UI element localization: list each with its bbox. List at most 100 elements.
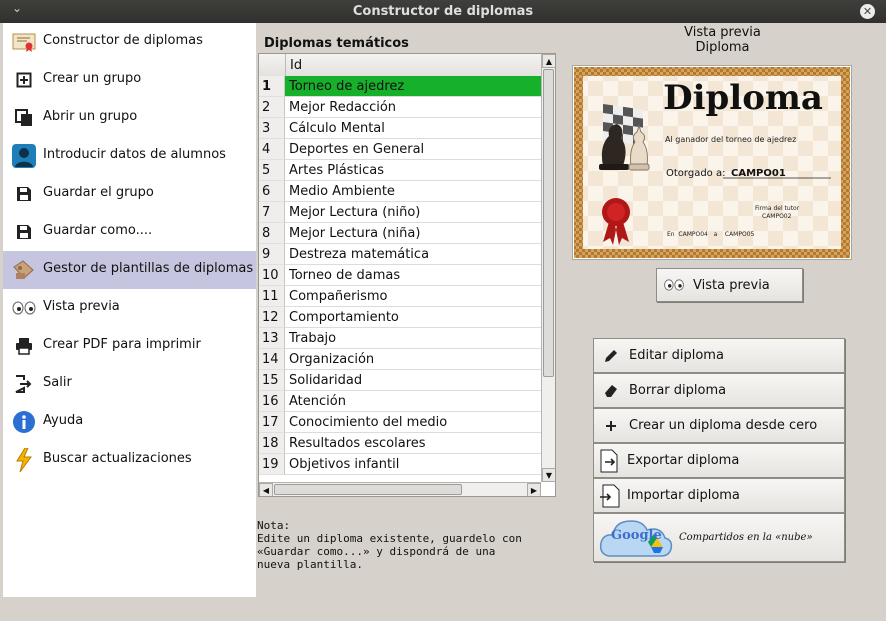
table-row[interactable]: 15 Solidaridad <box>259 370 541 391</box>
sidebar-item-abrir-grupo[interactable]: Abrir un grupo <box>3 99 256 137</box>
diploma-name-cell[interactable]: Trabajo <box>285 328 541 349</box>
vertical-scrollbar[interactable]: ▲ ▼ <box>541 54 555 482</box>
sidebar-item-label: Guardar como.... <box>43 223 153 238</box>
diploma-preview: Diploma Al ganador del torneo de ajedrez… <box>572 65 852 260</box>
row-number[interactable]: 7 <box>259 202 285 223</box>
sidebar-item-datos-alumnos[interactable]: Introducir datos de alumnos <box>3 137 256 175</box>
diploma-name-cell[interactable]: Mejor Redacción <box>285 97 541 118</box>
horizontal-scrollbar[interactable]: ◀ ▶ <box>259 482 541 496</box>
row-number[interactable]: 8 <box>259 223 285 244</box>
vertical-scroll-thumb[interactable] <box>543 69 554 377</box>
diploma-name-cell[interactable]: Deportes en General <box>285 139 541 160</box>
row-number[interactable]: 13 <box>259 328 285 349</box>
table-row[interactable]: 14 Organización <box>259 349 541 370</box>
diploma-name-cell[interactable]: Comportamiento <box>285 307 541 328</box>
save-as-icon <box>12 220 36 244</box>
diploma-name-cell[interactable]: Compañerismo <box>285 286 541 307</box>
diploma-name-cell[interactable]: Organización <box>285 349 541 370</box>
sidebar-item-crear-grupo[interactable]: Crear un grupo <box>3 61 256 99</box>
sidebar: Constructor de diplomas Crear un grupo A… <box>3 23 256 597</box>
table-row[interactable]: 13 Trabajo <box>259 328 541 349</box>
sidebar-item-label: Crear un grupo <box>43 71 142 86</box>
edit-diploma-button[interactable]: Editar diploma <box>593 338 845 373</box>
diploma-name-cell[interactable]: Mejor Lectura (niña) <box>285 223 541 244</box>
sidebar-item-label: Gestor de plantillas de diplomas <box>43 261 254 276</box>
row-number[interactable]: 14 <box>259 349 285 370</box>
table-row[interactable]: 17 Conocimiento del medio <box>259 412 541 433</box>
sidebar-item-label: Crear PDF para imprimir <box>43 337 201 352</box>
sidebar-item-constructor[interactable]: Constructor de diplomas <box>3 23 256 61</box>
table-row[interactable]: 10 Torneo de damas <box>259 265 541 286</box>
diploma-name-cell[interactable]: Objetivos infantil <box>285 454 541 475</box>
row-number[interactable]: 19 <box>259 454 285 475</box>
row-number[interactable]: 11 <box>259 286 285 307</box>
sidebar-item-guardar-grupo[interactable]: Guardar el grupo <box>3 175 256 213</box>
diploma-name-cell[interactable]: Destreza matemática <box>285 244 541 265</box>
row-number[interactable]: 6 <box>259 181 285 202</box>
create-diploma-button[interactable]: Crear un diploma desde cero <box>593 408 845 443</box>
table-row[interactable]: 5 Artes Plásticas <box>259 160 541 181</box>
sidebar-item-label: Guardar el grupo <box>43 185 154 200</box>
diploma-name-cell[interactable]: Solidaridad <box>285 370 541 391</box>
row-number[interactable]: 18 <box>259 433 285 454</box>
table-row[interactable]: 1 Torneo de ajedrez <box>259 76 541 97</box>
table-row[interactable]: 16 Atención <box>259 391 541 412</box>
diploma-awarded-value: CAMPO01 <box>731 168 786 179</box>
sidebar-item-vista-previa[interactable]: Vista previa <box>3 289 256 327</box>
row-number[interactable]: 2 <box>259 97 285 118</box>
row-number[interactable]: 12 <box>259 307 285 328</box>
row-number[interactable]: 1 <box>259 76 285 97</box>
table-row[interactable]: 6 Medio Ambiente <box>259 181 541 202</box>
scroll-up-icon[interactable]: ▲ <box>542 54 555 68</box>
vista-previa-button[interactable]: Vista previa <box>656 268 803 302</box>
diploma-name-cell[interactable]: Torneo de damas <box>285 265 541 286</box>
diploma-name-cell[interactable]: Resultados escolares <box>285 433 541 454</box>
plus-icon <box>602 417 620 435</box>
table-row[interactable]: 12 Comportamiento <box>259 307 541 328</box>
close-icon[interactable]: ✕ <box>860 4 875 19</box>
exit-icon <box>12 372 36 396</box>
scroll-down-icon[interactable]: ▼ <box>542 468 555 482</box>
diploma-name-cell[interactable]: Conocimiento del medio <box>285 412 541 433</box>
table-row[interactable]: 9 Destreza matemática <box>259 244 541 265</box>
copy-icon <box>12 106 36 130</box>
sidebar-item-guardar-como[interactable]: Guardar como.... <box>3 213 256 251</box>
export-diploma-label: Exportar diploma <box>627 453 740 468</box>
table-row[interactable]: 18 Resultados escolares <box>259 433 541 454</box>
sidebar-item-salir[interactable]: Salir <box>3 365 256 403</box>
diploma-name-cell[interactable]: Medio Ambiente <box>285 181 541 202</box>
user-icon <box>12 144 36 168</box>
table-row[interactable]: 4 Deportes en General <box>259 139 541 160</box>
scroll-right-icon[interactable]: ▶ <box>527 483 541 496</box>
table-row[interactable]: 3 Cálculo Mental <box>259 118 541 139</box>
export-diploma-button[interactable]: Exportar diploma <box>593 443 845 478</box>
sidebar-item-ayuda[interactable]: Ayuda <box>3 403 256 441</box>
table-row[interactable]: 19 Objetivos infantil <box>259 454 541 475</box>
row-number[interactable]: 10 <box>259 265 285 286</box>
column-header-id[interactable]: Id <box>290 58 302 73</box>
scroll-left-icon[interactable]: ◀ <box>259 483 273 496</box>
diploma-name-cell[interactable]: Mejor Lectura (niño) <box>285 202 541 223</box>
table-row[interactable]: 11 Compañerismo <box>259 286 541 307</box>
diploma-name-cell[interactable]: Torneo de ajedrez <box>285 76 541 97</box>
row-number[interactable]: 5 <box>259 160 285 181</box>
diploma-name-cell[interactable]: Atención <box>285 391 541 412</box>
table-row[interactable]: 7 Mejor Lectura (niño) <box>259 202 541 223</box>
row-number[interactable]: 9 <box>259 244 285 265</box>
table-row[interactable]: 2 Mejor Redacción <box>259 97 541 118</box>
sidebar-item-crear-pdf[interactable]: Crear PDF para imprimir <box>3 327 256 365</box>
table-row[interactable]: 8 Mejor Lectura (niña) <box>259 223 541 244</box>
row-number[interactable]: 16 <box>259 391 285 412</box>
horizontal-scroll-thumb[interactable] <box>274 484 462 495</box>
sidebar-item-buscar-actualizaciones[interactable]: Buscar actualizaciones <box>3 441 256 479</box>
import-diploma-button[interactable]: Importar diploma <box>593 478 845 513</box>
row-number[interactable]: 3 <box>259 118 285 139</box>
diploma-name-cell[interactable]: Cálculo Mental <box>285 118 541 139</box>
cloud-share-button[interactable]: Google Compartidos en la «nube» <box>593 513 845 562</box>
row-number[interactable]: 15 <box>259 370 285 391</box>
delete-diploma-button[interactable]: Borrar diploma <box>593 373 845 408</box>
diploma-name-cell[interactable]: Artes Plásticas <box>285 160 541 181</box>
sidebar-item-gestor-plantillas[interactable]: Gestor de plantillas de diplomas <box>3 251 256 289</box>
row-number[interactable]: 17 <box>259 412 285 433</box>
row-number[interactable]: 4 <box>259 139 285 160</box>
